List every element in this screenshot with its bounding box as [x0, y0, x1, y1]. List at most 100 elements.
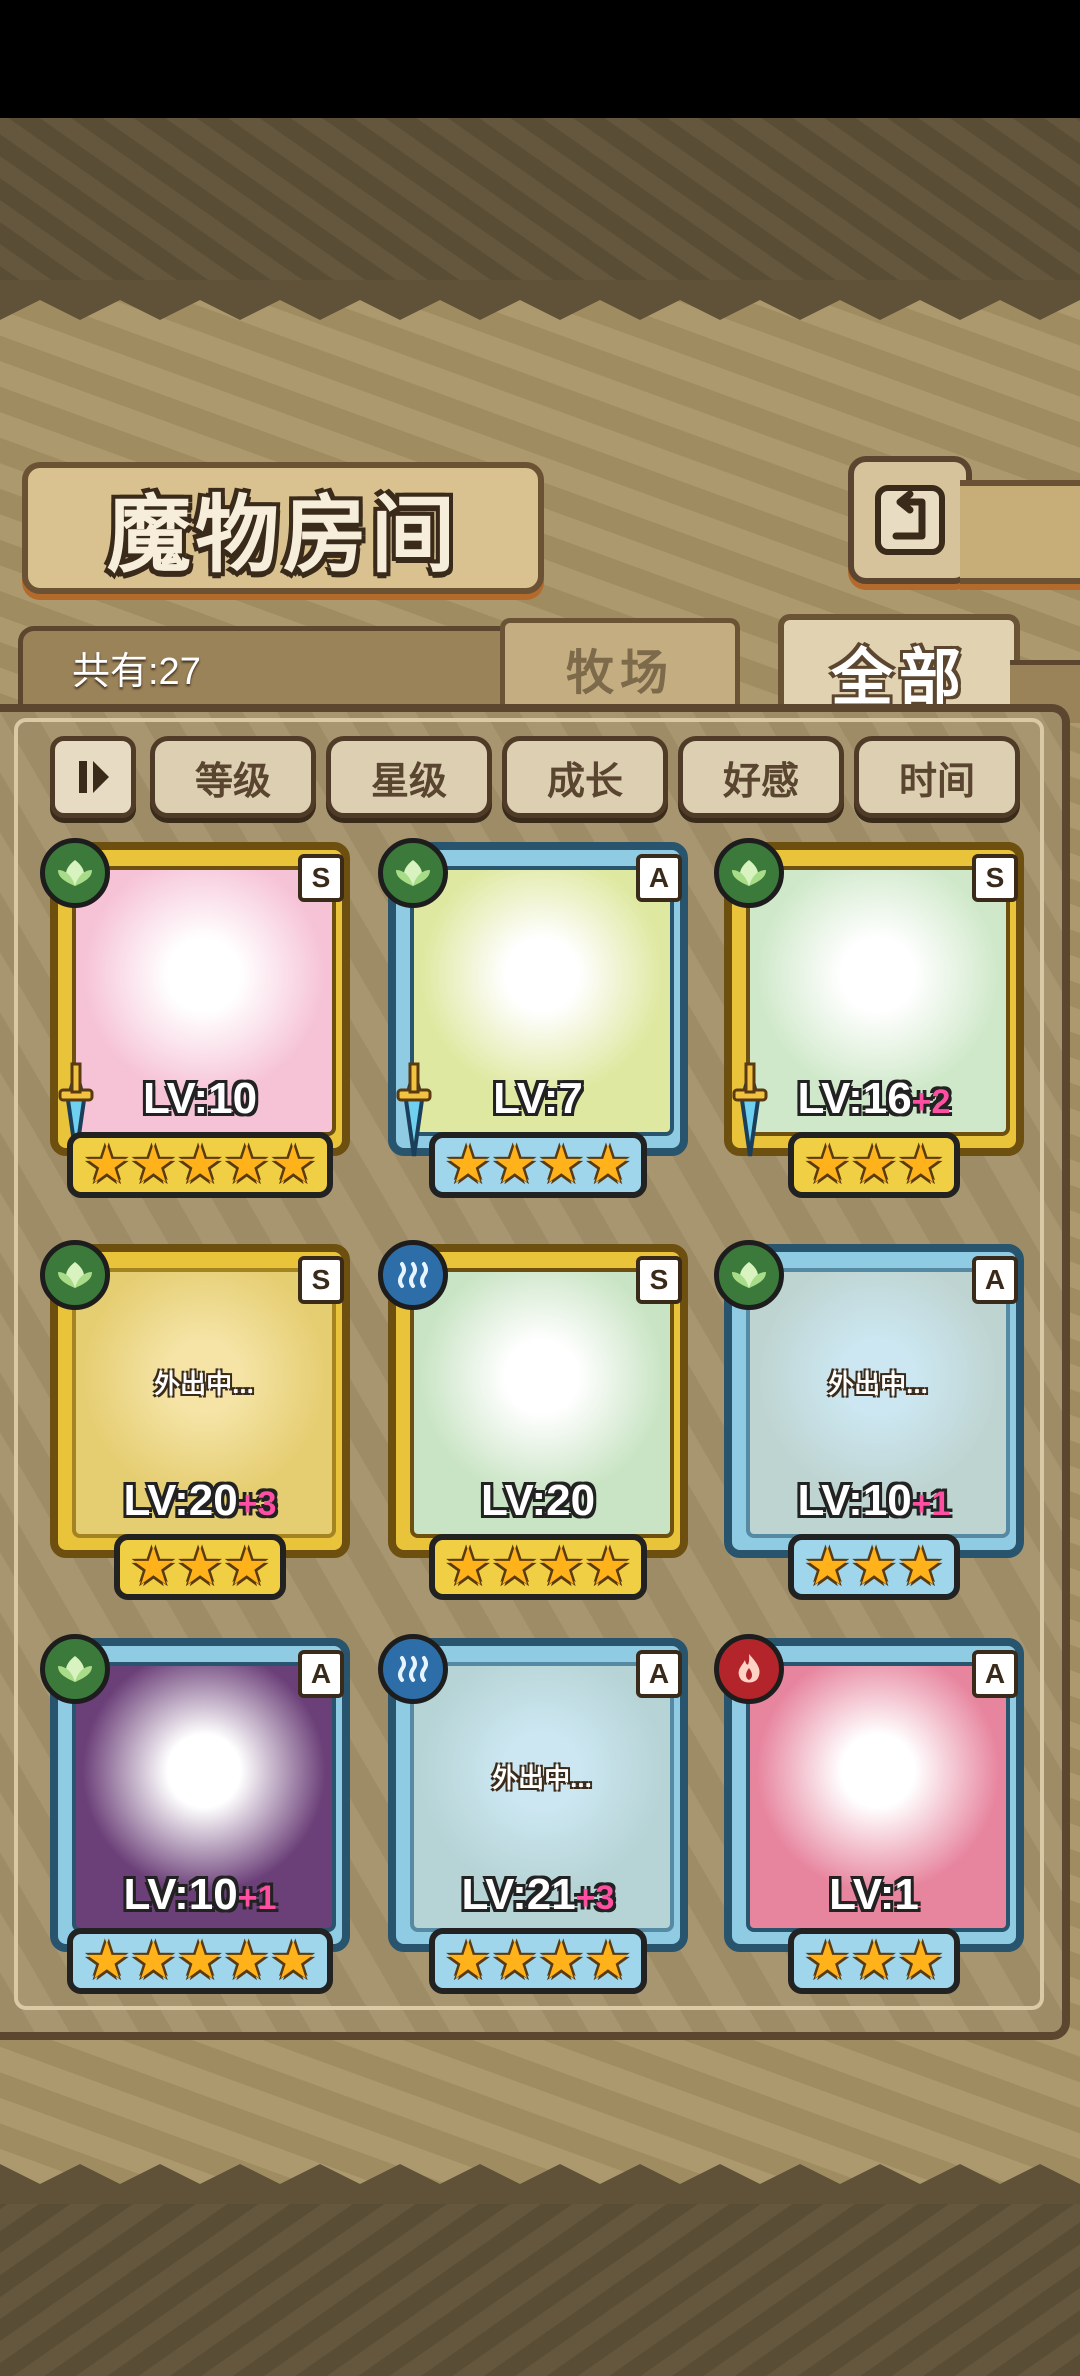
level-bonus: +3 [237, 1485, 277, 1523]
back-button[interactable] [848, 456, 972, 584]
star-icon: ★ [584, 1932, 632, 1990]
level-value: LV:16 [797, 1074, 912, 1123]
star-icon: ★ [897, 1932, 944, 1990]
star-icon: ★ [584, 1538, 632, 1596]
star-icon: ★ [897, 1136, 944, 1194]
star-icon: ★ [804, 1538, 851, 1596]
away-status: 外出中... [828, 1369, 928, 1399]
star-icon: ★ [176, 1136, 224, 1194]
star-icon: ★ [804, 1932, 851, 1990]
star-bar: ★ ★ ★ ★ ★ [67, 1928, 333, 1994]
level-label: LV:7 [380, 1074, 696, 1124]
away-status: 外出中... [492, 1763, 592, 1793]
star-rating: ★ ★ ★ ★ ★ [42, 1132, 358, 1198]
rank-badge: A [298, 1650, 344, 1698]
level-value: LV:10 [797, 1476, 912, 1525]
fire-icon [738, 1654, 760, 1683]
star-icon: ★ [444, 1538, 492, 1596]
monster-card[interactable]: S LV:16+2 ★ ★ ★ [714, 838, 1032, 1204]
monster-card[interactable]: A LV:1 ★ ★ ★ [714, 1634, 1032, 2000]
monster-card[interactable]: S LV:10 ★ ★ ★ ★ ★ [40, 838, 358, 1204]
map-background-top [0, 118, 1080, 288]
star-icon: ★ [584, 1136, 632, 1194]
element-badge [714, 838, 784, 908]
element-badge [378, 838, 448, 908]
sort-star-button[interactable]: 星级 [326, 736, 492, 818]
star-icon: ★ [223, 1538, 270, 1596]
star-icon: ★ [491, 1538, 538, 1596]
map-background-bottom [0, 2200, 1080, 2376]
sort-level-button[interactable]: 等级 [150, 736, 316, 818]
star-bar: ★ ★ ★ [114, 1534, 286, 1600]
star-rating: ★ ★ ★ [716, 1132, 1032, 1198]
star-rating: ★ ★ ★ ★ ★ [42, 1928, 358, 1994]
star-icon: ★ [83, 1136, 131, 1194]
sort-affection-button[interactable]: 好感 [678, 736, 844, 818]
star-icon: ★ [491, 1932, 538, 1990]
leaf-icon [58, 1656, 92, 1682]
status-bar [0, 0, 1080, 118]
star-icon: ★ [850, 1932, 898, 1990]
star-rating: ★ ★ ★ [42, 1534, 358, 1600]
element-badge [714, 1240, 784, 1310]
monster-card[interactable]: S 外出中... LV:20+3 ★ ★ ★ [40, 1240, 358, 1606]
rank-badge: A [636, 854, 682, 902]
sort-order-toggle[interactable] [50, 736, 136, 818]
star-bar: ★ ★ ★ ★ [428, 1132, 648, 1198]
level-label: LV:10+1 [716, 1476, 1032, 1526]
element-badge [40, 838, 110, 908]
element-badge [378, 1634, 448, 1704]
star-rating: ★ ★ ★ ★ [380, 1132, 696, 1198]
star-bar: ★ ★ ★ [788, 1132, 960, 1198]
star-rating: ★ ★ ★ [716, 1534, 1032, 1600]
monster-card[interactable]: A LV:10+1 ★ ★ ★ ★ ★ [40, 1634, 358, 2000]
back-button-rail [960, 480, 1080, 584]
star-icon: ★ [491, 1136, 538, 1194]
leaf-icon [732, 1262, 766, 1288]
leaf-icon [58, 860, 92, 886]
panel-bottom-edge [0, 2164, 1080, 2204]
title-plate: 魔物房间 [22, 462, 544, 594]
star-bar: ★ ★ ★ [788, 1534, 960, 1600]
star-icon: ★ [444, 1136, 492, 1194]
star-icon: ★ [444, 1932, 492, 1990]
panel-top-edge [0, 280, 1080, 320]
level-label: LV:20 [380, 1476, 696, 1526]
level-value: LV:20 [123, 1476, 238, 1525]
star-icon: ★ [223, 1136, 270, 1194]
level-value: LV:21 [461, 1870, 576, 1919]
monster-card[interactable]: A 外出中... LV:10+1 ★ ★ ★ [714, 1240, 1032, 1606]
level-label: LV:1 [716, 1870, 1032, 1920]
element-badge [40, 1634, 110, 1704]
star-icon: ★ [538, 1932, 585, 1990]
level-value: LV:10 [123, 1870, 238, 1919]
rank-badge: A [972, 1256, 1018, 1304]
level-label: LV:20+3 [42, 1476, 358, 1526]
monster-card[interactable]: A LV:7 ★ ★ ★ ★ [378, 838, 696, 1204]
star-bar: ★ ★ ★ ★ ★ [67, 1132, 333, 1198]
rank-badge: S [972, 854, 1018, 902]
star-icon: ★ [897, 1538, 944, 1596]
back-arrow-icon [875, 485, 945, 555]
monster-card[interactable]: A 外出中... LV:21+3 ★ ★ ★ ★ [378, 1634, 696, 2000]
star-bar: ★ ★ ★ ★ [428, 1534, 648, 1600]
level-label: LV:21+3 [380, 1870, 696, 1920]
level-bonus: +1 [237, 1879, 277, 1917]
star-rating: ★ ★ ★ ★ [380, 1928, 696, 1994]
sort-time-button[interactable]: 时间 [854, 736, 1020, 818]
leaf-icon [732, 860, 766, 886]
star-icon: ★ [269, 1136, 317, 1194]
level-value: LV:1 [829, 1870, 919, 1919]
star-icon: ★ [223, 1932, 270, 1990]
star-icon: ★ [130, 1932, 177, 1990]
level-label: LV:10+1 [42, 1870, 358, 1920]
tab-ranch[interactable]: 牧场 [500, 618, 740, 713]
star-icon: ★ [176, 1932, 224, 1990]
level-value: LV:20 [480, 1476, 596, 1525]
sort-growth-button[interactable]: 成长 [502, 736, 668, 818]
level-bonus: +3 [575, 1879, 615, 1917]
rank-badge: S [636, 1256, 682, 1304]
rank-badge: S [298, 1256, 344, 1304]
monster-card[interactable]: S LV:20 ★ ★ ★ ★ [378, 1240, 696, 1606]
water-icon [398, 1262, 428, 1288]
